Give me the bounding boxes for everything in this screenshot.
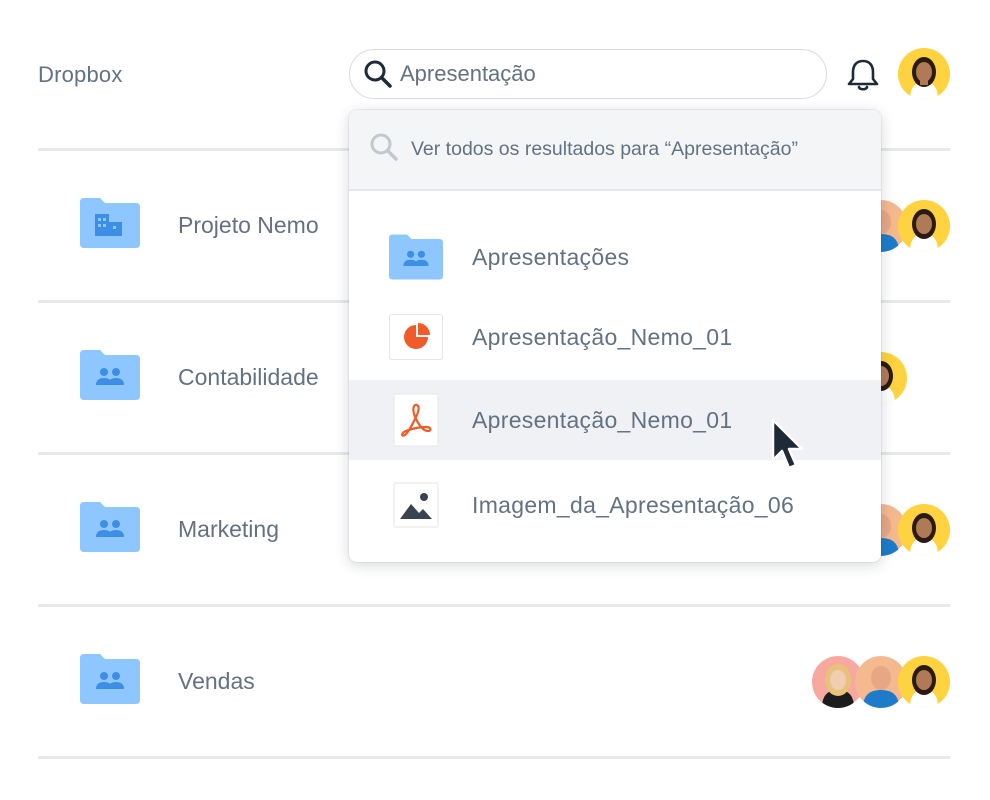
image-file-icon [389, 482, 443, 528]
app-brand[interactable]: Dropbox [38, 62, 123, 88]
member-avatar[interactable] [898, 504, 950, 556]
member-avatar[interactable] [898, 656, 950, 708]
search-results-dropdown: Ver todos os resultados para “Apresentaç… [349, 110, 881, 562]
result-label: Apresentações [472, 243, 630, 270]
result-item[interactable]: Apresentações [349, 217, 881, 297]
member-avatar[interactable] [898, 200, 950, 252]
user-avatar[interactable] [898, 48, 950, 100]
building-folder-icon[interactable] [80, 198, 140, 248]
shared-folder-icon[interactable] [80, 502, 140, 552]
search-bar[interactable] [349, 49, 827, 99]
shared-folder-icon[interactable] [80, 350, 140, 400]
presentation-file-icon [389, 314, 443, 360]
search-icon [362, 58, 394, 90]
see-all-results[interactable]: Ver todos os resultados para “Apresentaç… [349, 110, 881, 191]
row-divider [38, 604, 950, 607]
result-label: Imagem_da_Apresentação_06 [472, 491, 795, 518]
result-item[interactable]: Apresentação_Nemo_01 [349, 297, 881, 377]
result-label: Apresentação_Nemo_01 [472, 406, 733, 433]
shared-folder-icon [389, 234, 443, 280]
search-icon [369, 132, 399, 167]
result-label: Apresentação_Nemo_01 [472, 323, 733, 350]
bell-icon[interactable] [846, 57, 880, 93]
see-all-label: Ver todos os resultados para “Apresentaç… [411, 138, 798, 160]
cursor-icon [770, 418, 810, 476]
folder-name[interactable]: Projeto Nemo [178, 212, 319, 239]
folder-name[interactable]: Marketing [178, 516, 279, 543]
folder-name[interactable]: Vendas [178, 668, 255, 695]
search-input[interactable] [400, 61, 800, 87]
shared-folder-icon[interactable] [80, 654, 140, 704]
row-divider [38, 756, 950, 759]
pdf-file-icon [389, 393, 443, 447]
result-item[interactable]: Imagem_da_Apresentação_06 [349, 465, 881, 545]
folder-name[interactable]: Contabilidade [178, 364, 319, 391]
